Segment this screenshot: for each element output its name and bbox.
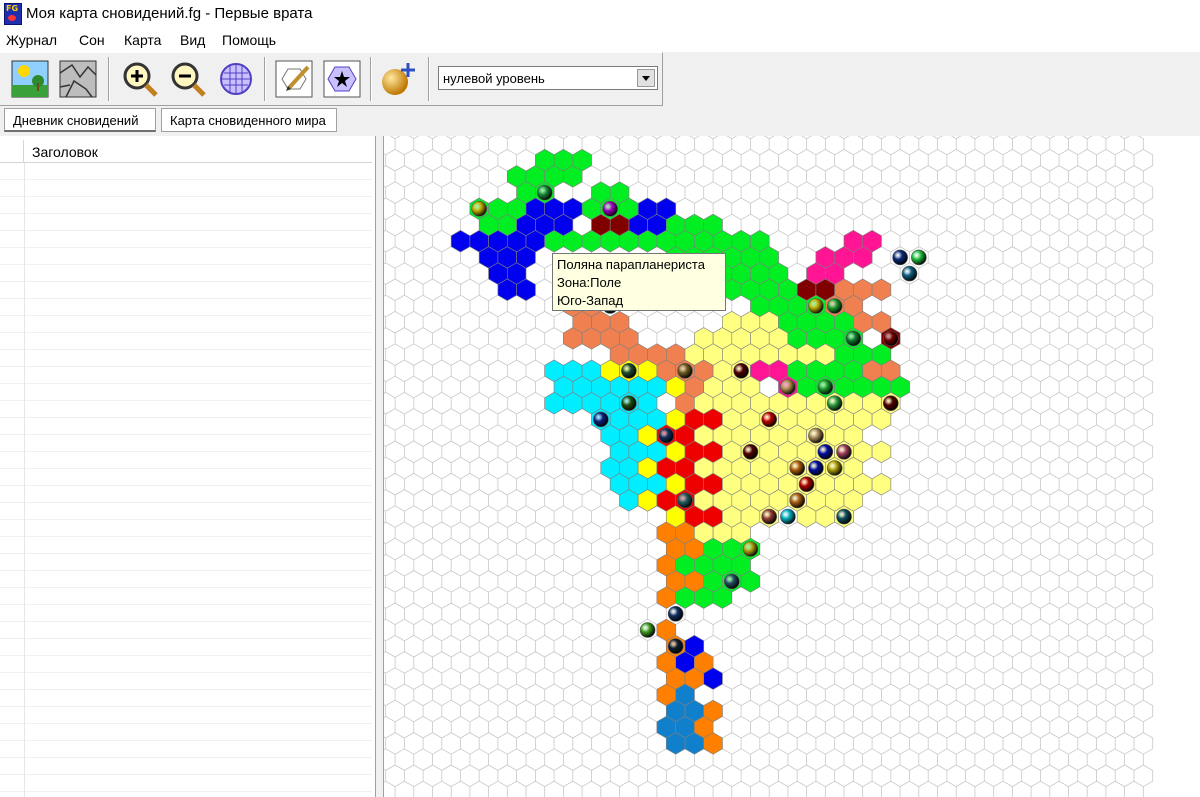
landscape-stone-icon [59, 60, 97, 98]
map-point-marker[interactable] [677, 492, 693, 509]
hex-star-icon [323, 60, 361, 98]
menu-journal[interactable]: Журнал [6, 32, 57, 48]
hex-cell-field[interactable] [871, 440, 892, 463]
map-point-marker[interactable] [742, 443, 759, 460]
tooltip-place-name: Поляна парапланериста [557, 257, 705, 272]
hex-star-button[interactable] [322, 59, 362, 99]
map-point-marker[interactable] [621, 363, 637, 379]
map-point-marker[interactable] [536, 184, 553, 201]
tab-dream-world-map[interactable]: Карта сновиденного мира [161, 108, 337, 132]
map-point-marker[interactable] [789, 460, 806, 476]
map-point-marker[interactable] [621, 395, 637, 412]
map-point-marker[interactable] [808, 460, 824, 476]
map-point-marker[interactable] [882, 330, 899, 347]
map-point-marker[interactable] [723, 573, 740, 590]
dream-map-canvas[interactable] [383, 136, 1200, 797]
list-header: Заголовок [0, 140, 372, 163]
map-point-marker[interactable] [667, 605, 684, 622]
hex-grid-icon [220, 63, 252, 95]
map-point-marker[interactable] [911, 249, 927, 266]
level-select[interactable]: нулевой уровень [438, 66, 658, 90]
hex-cell-clay[interactable] [871, 278, 892, 301]
menu-view[interactable]: Вид [180, 32, 205, 48]
column-header-title[interactable]: Заголовок [32, 144, 98, 160]
map-point-marker[interactable] [789, 492, 806, 509]
map-point-marker[interactable] [901, 265, 918, 282]
add-point-button[interactable] [378, 59, 418, 99]
zoom-out-button[interactable] [168, 59, 208, 99]
map-point-marker[interactable] [808, 427, 824, 444]
list-header-indicator [4, 140, 24, 162]
map-point-marker[interactable] [471, 201, 488, 217]
chevron-down-icon[interactable] [637, 69, 655, 87]
landscape-day-button[interactable] [10, 59, 50, 99]
add-point-icon [382, 63, 415, 95]
map-point-marker[interactable] [639, 622, 656, 638]
app-icon: FG [4, 3, 22, 25]
map-point-marker[interactable] [658, 427, 675, 444]
map-point-marker[interactable] [602, 201, 618, 217]
list-rows[interactable] [0, 163, 372, 797]
window-title: Моя карта сновидений.fg - Первые врата [26, 5, 313, 22]
toolbar-separator [264, 57, 266, 101]
menu-dream[interactable]: Сон [79, 32, 105, 48]
tooltip-zone: Зона:Поле [557, 275, 622, 290]
map-point-marker[interactable] [761, 411, 777, 428]
map-point-marker[interactable] [892, 249, 908, 266]
map-point-marker[interactable] [826, 460, 843, 476]
hex-cell-field[interactable] [871, 473, 892, 496]
hex-grid-button[interactable] [216, 59, 256, 99]
tooltip-direction: Юго-Запад [557, 293, 624, 308]
map-point-marker[interactable] [667, 638, 684, 655]
map-point-marker[interactable] [677, 363, 693, 379]
landscape-day-icon [11, 60, 49, 98]
toolbar-separator [370, 57, 372, 101]
map-point-marker[interactable] [780, 508, 796, 525]
landscape-stone-button[interactable] [58, 59, 98, 99]
zoom-out-icon [171, 62, 206, 97]
map-point-marker[interactable] [845, 330, 862, 347]
panel-splitter[interactable] [376, 136, 382, 797]
zoom-in-icon [123, 62, 158, 97]
map-point-marker[interactable] [826, 298, 843, 314]
menu-bar: Журнал Сон Карта Вид Помощь [0, 28, 1200, 52]
dream-list-panel: Заголовок [0, 136, 376, 797]
edit-pen-icon [275, 60, 313, 98]
map-point-marker[interactable] [742, 541, 759, 557]
map-point-marker[interactable] [808, 298, 824, 314]
map-point-marker[interactable] [733, 363, 749, 379]
edit-pen-button[interactable] [274, 59, 314, 99]
zoom-in-button[interactable] [120, 59, 160, 99]
tab-dream-journal[interactable]: Дневник сновидений [4, 108, 156, 132]
toolbar-separator [428, 57, 430, 101]
map-point-marker[interactable] [836, 508, 852, 525]
hex-map[interactable] [384, 136, 1200, 797]
map-point-marker[interactable] [817, 379, 834, 395]
map-point-marker[interactable] [836, 443, 852, 460]
map-point-marker[interactable] [817, 443, 834, 460]
map-point-marker[interactable] [882, 395, 899, 412]
map-point-marker[interactable] [761, 508, 777, 525]
menu-help[interactable]: Помощь [222, 32, 276, 48]
map-point-marker[interactable] [780, 379, 796, 395]
map-point-marker[interactable] [826, 395, 843, 412]
map-tooltip: Поляна парапланериста Зона:Поле Юго-Запа… [552, 253, 726, 311]
title-bar: FG Моя карта сновидений.fg - Первые врат… [0, 0, 1200, 28]
menu-map[interactable]: Карта [124, 32, 161, 48]
toolbar-separator [108, 57, 110, 101]
map-point-marker[interactable] [593, 411, 609, 428]
hex-cell-water[interactable] [450, 230, 471, 253]
map-point-marker[interactable] [798, 476, 815, 493]
level-select-value: нулевой уровень [443, 71, 545, 86]
